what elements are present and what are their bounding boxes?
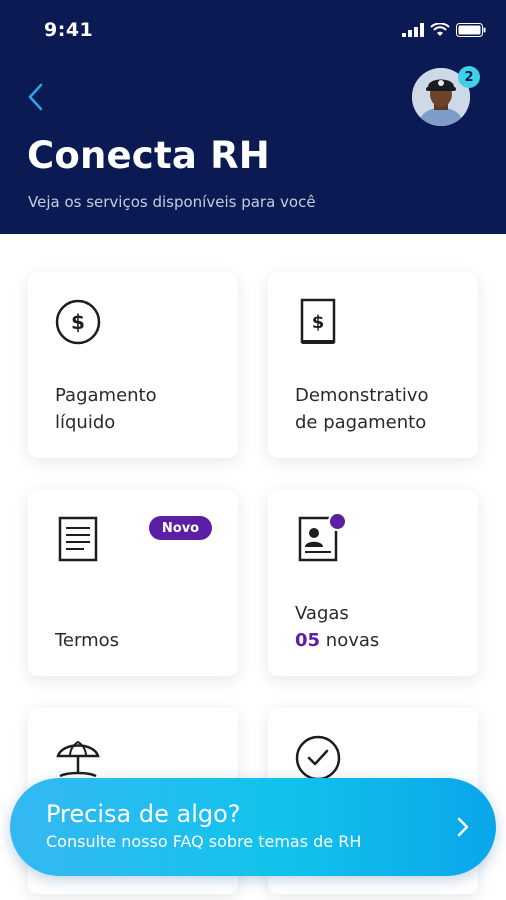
notification-badge: 2 <box>458 66 480 88</box>
vagas-count: 05 <box>295 630 321 651</box>
chevron-right-icon <box>457 817 469 837</box>
battery-icon <box>456 23 486 37</box>
vagas-count-suffix: novas <box>320 630 380 651</box>
card-vagas[interactable]: Vagas 05 novas <box>268 490 478 676</box>
status-time: 9:41 <box>44 19 94 41</box>
card-label: Pagamento líquido <box>55 382 157 436</box>
card-pagamento-liquido[interactable]: $ Pagamento líquido <box>28 272 238 458</box>
faq-banner[interactable]: Precisa de algo? Consulte nosso FAQ sobr… <box>10 778 496 876</box>
back-arrow-icon[interactable] <box>24 80 48 114</box>
card-demonstrativo[interactable]: $ Demonstrativo de pagamento <box>268 272 478 458</box>
card-label-line1: Demonstrativo <box>295 385 429 406</box>
svg-text:$: $ <box>71 310 85 334</box>
card-label-line2: de pagamento <box>295 412 427 433</box>
card-label: Termos <box>55 627 119 654</box>
beach-umbrella-icon <box>56 740 100 778</box>
page-title: Conecta RH <box>27 134 270 177</box>
svg-text:$: $ <box>312 312 325 333</box>
card-label-line2: 05 novas <box>295 627 379 654</box>
dollar-coin-icon: $ <box>55 299 101 345</box>
signal-icon <box>402 23 424 37</box>
card-termos[interactable]: Novo Termos <box>28 490 238 676</box>
pay-slip-icon: $ <box>300 298 336 344</box>
status-icons <box>402 23 486 37</box>
document-icon <box>58 516 98 562</box>
new-tag: Novo <box>149 516 212 540</box>
notification-dot <box>328 512 347 531</box>
card-label-line1: Termos <box>55 630 120 651</box>
clock-check-icon <box>295 735 341 781</box>
faq-subtitle: Consulte nosso FAQ sobre temas de RH <box>46 832 362 851</box>
card-label-line1: Vagas <box>295 603 349 624</box>
card-label: Vagas 05 novas <box>295 600 379 654</box>
faq-title: Precisa de algo? <box>46 800 241 828</box>
card-label-line2: líquido <box>55 412 116 433</box>
card-label-line1: Pagamento <box>55 385 157 406</box>
wifi-icon <box>430 23 450 36</box>
card-label: Demonstrativo de pagamento <box>295 382 428 436</box>
header: 9:41 Conecta RH Veja os serviços disponí… <box>0 0 506 234</box>
page-subtitle: Veja os serviços disponíveis para você <box>28 193 316 211</box>
